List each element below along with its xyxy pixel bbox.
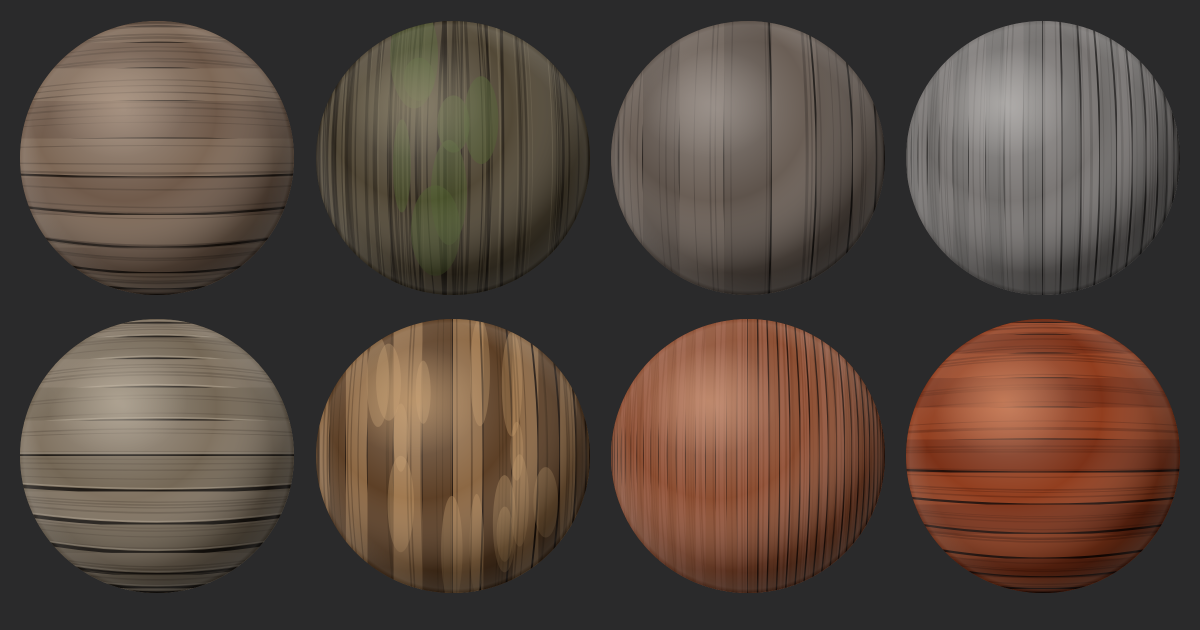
material-sphere-weathered-horizontal-planks bbox=[20, 21, 294, 295]
material-sphere-worn-painted-vertical-planks bbox=[316, 319, 590, 593]
material-preview-grid bbox=[0, 0, 1200, 630]
material-sphere-stacked-horizontal-boards bbox=[20, 319, 294, 593]
material-sphere-varnished-red-horizontal-planks bbox=[906, 319, 1180, 593]
material-sphere-thin-vertical-strips bbox=[611, 319, 885, 593]
material-sphere-mossy-tree-bark bbox=[316, 21, 590, 295]
material-sphere-gray-vertical-weathered-wood bbox=[611, 21, 885, 295]
material-sphere-gray-vertical-planks bbox=[906, 21, 1180, 295]
